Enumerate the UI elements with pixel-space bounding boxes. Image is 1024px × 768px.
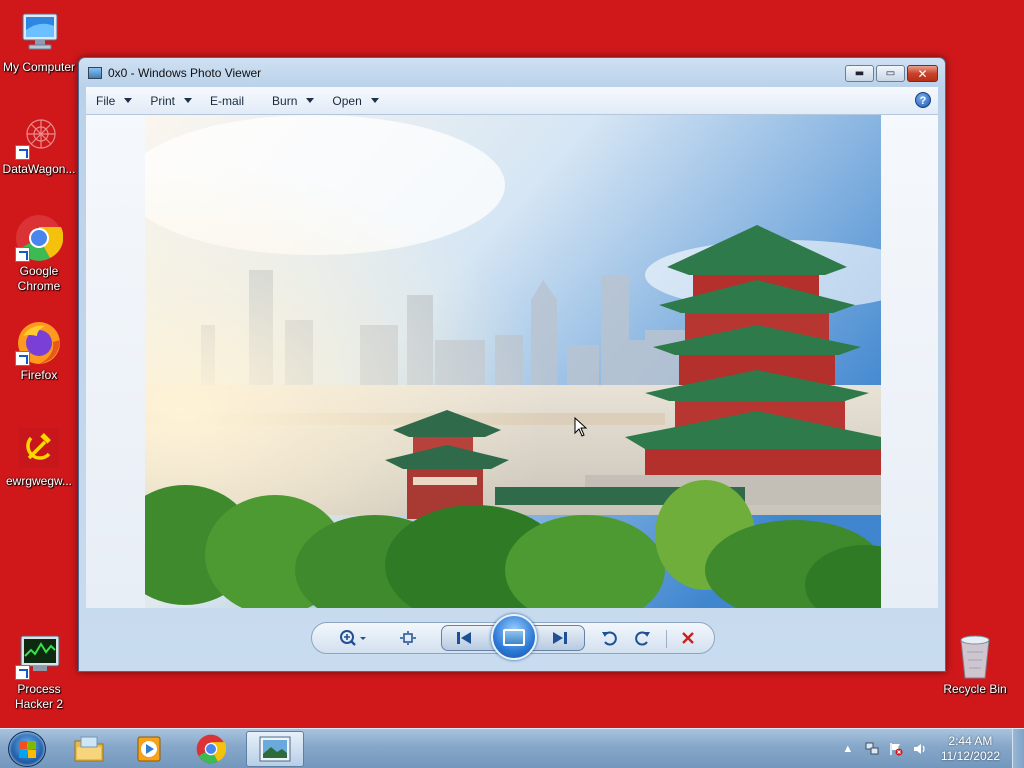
computer-icon: [15, 10, 63, 58]
photo-viewer-icon: [259, 736, 291, 762]
desktop-icon-label: Firefox: [20, 368, 58, 382]
desktop-icon-datawagon[interactable]: DataWagon...: [0, 112, 78, 177]
desktop-icon-my-computer[interactable]: My Computer: [0, 10, 78, 75]
show-hidden-icons-icon[interactable]: ▲: [841, 742, 855, 756]
photo-control-bar: [79, 606, 945, 671]
photo-viewer-app-icon: [88, 67, 102, 79]
displayed-photo: [145, 115, 881, 608]
menu-bar: File Print E-mail Burn Open ?: [86, 87, 938, 115]
hammer-sickle-icon: [15, 424, 63, 472]
taskbar-explorer[interactable]: [60, 731, 118, 767]
menu-burn-label: Burn: [272, 93, 298, 108]
minimize-button[interactable]: ▬: [845, 65, 874, 82]
system-tray: ▲ 2:44 AM 11/12/2022: [841, 729, 1010, 768]
rotate-counterclockwise-icon[interactable]: [598, 628, 620, 648]
desktop-icon-process-hacker[interactable]: Process Hacker 2: [0, 632, 78, 712]
desktop-icon-label: DataWagon...: [2, 162, 76, 176]
menu-print-label: Print: [150, 93, 176, 108]
slideshow-icon[interactable]: [491, 614, 537, 660]
action-center-icon[interactable]: [889, 742, 903, 756]
explorer-icon: [74, 736, 104, 762]
network-icon[interactable]: [865, 742, 879, 756]
taskbar-media-player[interactable]: [120, 731, 178, 767]
process-hacker-icon: [15, 632, 63, 680]
taskbar-chrome[interactable]: [182, 731, 240, 767]
clock-date: 11/12/2022: [940, 749, 1000, 763]
control-separator: [666, 630, 667, 648]
image-viewport[interactable]: [86, 115, 938, 608]
chevron-down-icon: [124, 98, 133, 103]
media-player-icon: [137, 736, 161, 762]
shortcut-arrow-icon: [15, 351, 30, 366]
rotate-clockwise-icon[interactable]: [632, 628, 654, 648]
shortcut-arrow-icon: [15, 145, 30, 160]
menu-email[interactable]: E-mail: [210, 94, 244, 108]
window-controls: ▬ ▭ ✕: [843, 65, 938, 82]
slideshow-screen-glyph: [503, 628, 525, 646]
taskbar-photo-viewer[interactable]: [246, 731, 304, 767]
desktop-icon-ewrgwegw[interactable]: ewrgwegw...: [0, 424, 78, 489]
desktop-icon-label: Process Hacker 2: [14, 682, 64, 711]
recycle-bin-icon: [951, 632, 999, 680]
show-desktop-button[interactable]: [1012, 729, 1024, 768]
firefox-icon: [15, 318, 63, 366]
photo-viewer-window[interactable]: 0x0 - Windows Photo Viewer ▬ ▭ ✕ File Pr…: [78, 57, 946, 672]
zoom-icon[interactable]: [337, 628, 371, 648]
maximize-button[interactable]: ▭: [876, 65, 905, 82]
datawagon-icon: [15, 112, 63, 160]
shortcut-arrow-icon: [15, 665, 30, 680]
shortcut-arrow-icon: [15, 247, 30, 262]
window-titlebar[interactable]: 0x0 - Windows Photo Viewer ▬ ▭ ✕: [79, 58, 945, 88]
start-button[interactable]: [8, 731, 46, 767]
volume-icon[interactable]: [913, 742, 927, 756]
desktop-icon-recycle-bin[interactable]: Recycle Bin: [936, 632, 1014, 697]
menu-print[interactable]: Print: [150, 93, 193, 108]
mouse-cursor: [574, 416, 588, 440]
actual-size-icon[interactable]: [397, 628, 419, 648]
clock-time: 2:44 AM: [948, 734, 993, 748]
desktop-icon-label: Google Chrome: [17, 264, 61, 293]
chrome-icon: [196, 734, 226, 764]
chrome-icon: [15, 214, 64, 262]
desktop-icon-label: My Computer: [2, 60, 76, 74]
menu-open[interactable]: Open: [332, 93, 379, 108]
menu-email-label: E-mail: [210, 93, 245, 108]
chevron-down-icon: [184, 98, 193, 103]
menu-file-label: File: [96, 93, 116, 108]
desktop-icon-label: Recycle Bin: [943, 682, 1007, 696]
taskbar: ▲ 2:44 AM 11/12/2022: [0, 728, 1024, 768]
delete-icon[interactable]: [677, 628, 699, 648]
menu-file[interactable]: File: [96, 93, 133, 108]
chevron-down-icon: [306, 98, 315, 103]
help-icon[interactable]: ?: [915, 92, 931, 108]
previous-icon[interactable]: [453, 628, 475, 648]
desktop-icon-firefox[interactable]: Firefox: [0, 318, 78, 383]
system-clock[interactable]: 2:44 AM 11/12/2022: [941, 734, 1000, 764]
desktop-icon-label: ewrgwegw...: [5, 474, 73, 488]
close-button[interactable]: ✕: [907, 65, 938, 82]
window-title: 0x0 - Windows Photo Viewer: [108, 66, 262, 80]
desktop-icon-google-chrome[interactable]: Google Chrome: [0, 214, 78, 294]
chevron-down-icon: [370, 98, 379, 103]
menu-burn[interactable]: Burn: [272, 93, 315, 108]
next-icon[interactable]: [549, 628, 571, 648]
menu-open-label: Open: [332, 93, 362, 108]
